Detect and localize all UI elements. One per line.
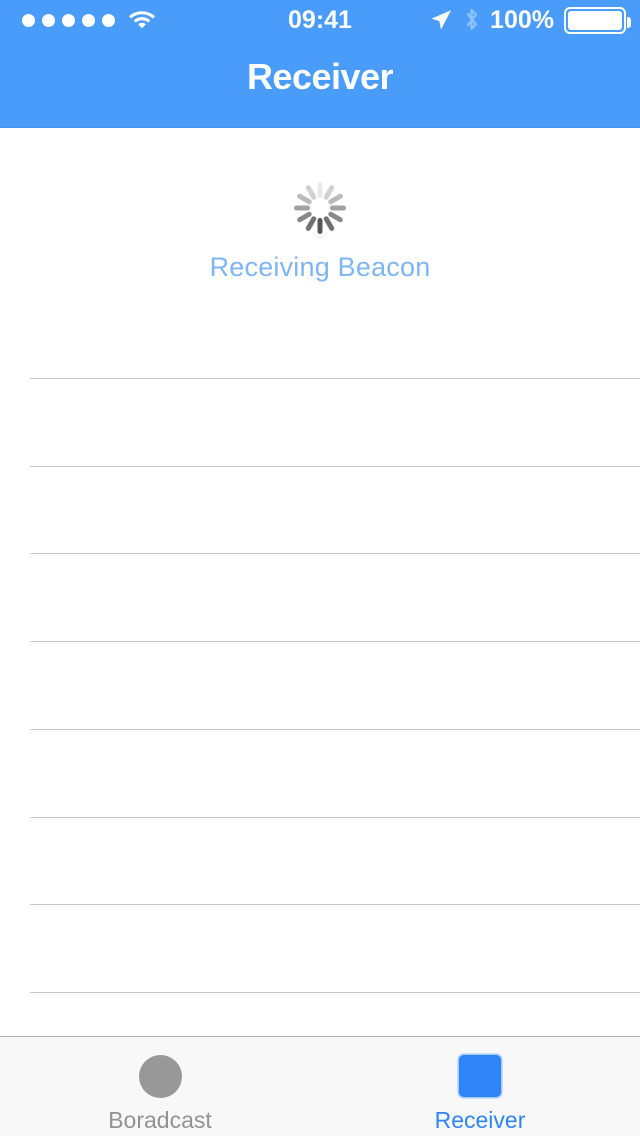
spinner-spoke: [317, 218, 323, 234]
table-row-separator: [30, 816, 640, 818]
square-icon: [459, 1055, 501, 1097]
loading-indicator-block: Receiving Beacon: [0, 180, 640, 283]
battery-full-icon: [564, 6, 631, 34]
tab-receiver[interactable]: Receiver: [320, 1037, 640, 1136]
tab-broadcast-label: Boradcast: [108, 1107, 212, 1133]
table-row-separator: [30, 728, 640, 730]
table-row-separator: [30, 641, 640, 643]
content-area: Receiving Beacon: [0, 128, 640, 1036]
tab-bar: Boradcast Receiver: [0, 1036, 640, 1136]
tab-receiver-label: Receiver: [434, 1107, 526, 1133]
tab-broadcast-icon-wrap: [138, 1053, 182, 1099]
app-screen: 09:41 100% Receiver Receiving Beacon Bor…: [0, 0, 640, 1136]
spinner-spoke: [294, 205, 310, 211]
status-label: Receiving Beacon: [209, 252, 431, 282]
circle-icon: [138, 1054, 182, 1098]
tab-broadcast[interactable]: Boradcast: [0, 1037, 320, 1136]
status-bar-right: 100%: [429, 0, 631, 40]
table-row-separator: [30, 378, 640, 379]
table-row-separator: [30, 904, 640, 906]
spinner-spoke: [317, 182, 323, 198]
table-row-separator: [30, 991, 640, 993]
page-title: Receiver: [246, 56, 394, 97]
status-bar: 09:41 100%: [0, 0, 640, 40]
location-arrow-icon: [429, 8, 453, 32]
navigation-bar: 09:41 100% Receiver: [0, 0, 640, 128]
spinner-spoke: [330, 205, 346, 211]
status-bar-clock: 09:41: [288, 5, 352, 34]
bluetooth-icon: [463, 7, 480, 33]
tab-receiver-icon-wrap: [459, 1053, 501, 1099]
activity-indicator-icon: [292, 180, 348, 236]
battery-percent-label: 100%: [490, 5, 554, 34]
table-row-separator: [30, 465, 640, 467]
table-row-separator: [30, 553, 640, 555]
